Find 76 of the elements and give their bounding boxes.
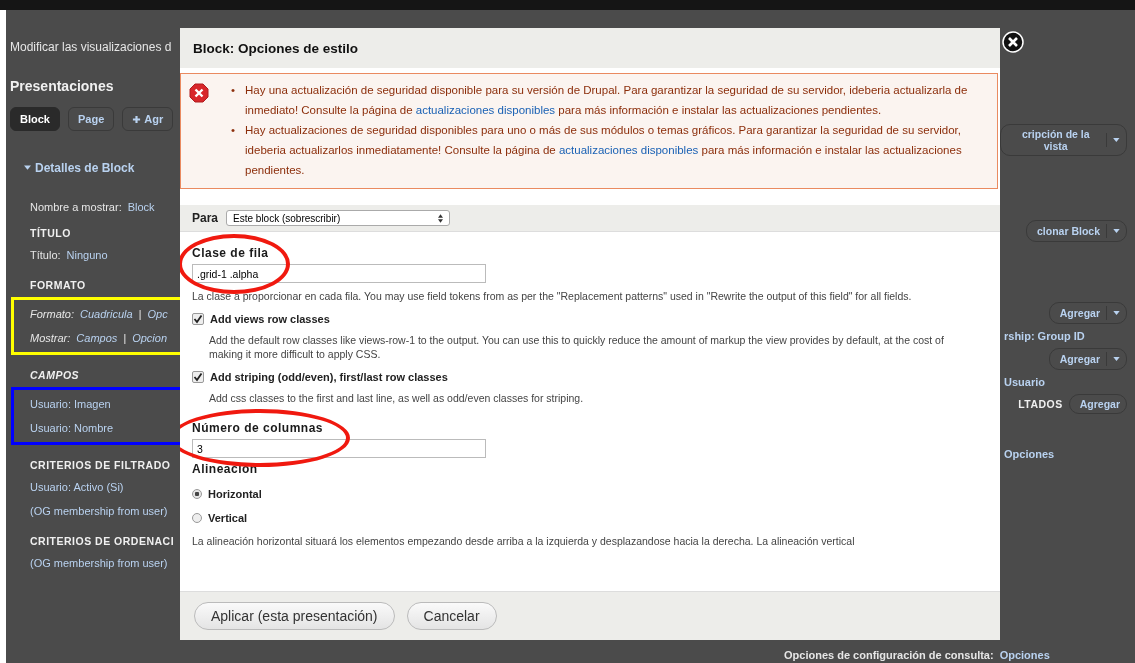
options-link[interactable]: Opcion <box>132 332 168 344</box>
checkbox-label: Add striping (odd/even), first/last row classes <box>210 371 448 383</box>
updates-link[interactable]: actualizaciones disponibles <box>415 104 556 116</box>
field-description: La alineación horizontal situará los elementos empezando desde arriba a la izquierda y desplazandose hacia la derecha. La alineación vertical <box>192 534 856 548</box>
caret-icon <box>24 165 31 171</box>
error-message: Hay actualizaciones de seguridad disponibles para uno o más de sus módulos o temas gráficos. Para garantizar la seguridad de su servidor, ideberia actualizarlos inmediatamente! Consulte la página de actualizaciones disponibles para más información e instalar las actualizaciones pendientes. <box>245 123 963 178</box>
display-tab[interactable]: Page <box>67 107 115 131</box>
setting-link[interactable]: Usuario: Activo (Si) <box>30 481 124 493</box>
details-toggle-link[interactable]: Detalles de Block <box>24 161 186 175</box>
dialog-title: Block: Opciones de estilo <box>193 40 359 56</box>
radio-label: Horizontal <box>208 488 262 500</box>
for-select[interactable]: Este block (sobrescribir) <box>226 210 451 226</box>
setting-link[interactable]: (OG membership from user) <box>30 505 168 517</box>
setting-link[interactable]: Usuario: Imagen <box>30 398 111 410</box>
setting-link[interactable]: Cuadricula <box>80 308 133 320</box>
display-tab[interactable]: Block <box>10 107 60 131</box>
input-field[interactable]: 3 <box>192 439 486 458</box>
display-name-label: Nombre a mostrar: <box>30 201 122 213</box>
field-label: Número de columnas <box>192 421 325 435</box>
updates-link[interactable]: actualizaciones disponibles <box>558 144 699 156</box>
page-intro-text: Modificar las visualizaciones d <box>10 40 173 54</box>
error-icon <box>189 83 209 103</box>
separator-text: | <box>138 308 142 320</box>
checkbox[interactable] <box>192 371 204 383</box>
bullet-mark: • <box>231 123 236 138</box>
bullet-mark: • <box>231 83 236 98</box>
setting-link[interactable]: rship: Group ID <box>1004 330 1085 342</box>
checkbox[interactable] <box>192 313 204 325</box>
field-description: La clase a proporcionar en cada fila. You may use field tokens from as per the "Replacement patterns" used in "Rewrite the output of this field" for all fields. <box>192 289 913 303</box>
updown-arrows-icon <box>438 213 444 223</box>
setting-link[interactable]: Ninguno <box>66 249 108 261</box>
radio-label: Vertical <box>208 512 248 524</box>
add-display-button[interactable]: Agr <box>122 107 174 131</box>
section-title: CRITERIOS DE ORDENACI <box>30 535 176 547</box>
plus-icon <box>132 114 142 124</box>
query-settings-link[interactable]: Opciones <box>999 649 1050 663</box>
display-name-link[interactable]: Block <box>127 201 155 213</box>
separator-text: | <box>123 332 127 344</box>
section-title: LTADOS <box>1018 398 1063 410</box>
for-label: Para <box>192 211 219 225</box>
cancel-button[interactable]: Cancelar <box>406 602 497 630</box>
split-button[interactable]: cripción de la vista <box>1000 124 1127 156</box>
checkbox-label: Add views row classes <box>210 313 330 325</box>
section-title: FORMATO <box>30 279 87 291</box>
add-button[interactable]: Agregar <box>1068 394 1127 414</box>
caret-icon <box>1113 138 1120 142</box>
setting-label: Título: <box>30 249 61 261</box>
field-label: Alineación <box>192 462 258 476</box>
setting-label: Mostrar: <box>30 332 71 344</box>
caret-icon <box>1113 357 1120 361</box>
apply-button[interactable]: Aplicar (esta presentación) <box>194 602 395 630</box>
displays-heading: Presentaciones <box>10 78 115 94</box>
split-button[interactable]: Agregar <box>1048 302 1127 324</box>
query-settings-label: Opciones de configuración de consulta: <box>784 649 994 663</box>
setting-link[interactable]: Usuario: Nombre <box>30 422 114 434</box>
radio-button[interactable] <box>192 513 202 523</box>
setting-link[interactable]: Usuario <box>1004 376 1045 388</box>
error-message: Hay una actualización de seguridad disponible para su versión de Drupal. Para garantizar la seguridad de su servidor, ideberia actualizarla de inmediato! Consulte la página de actualizaciones disponibles para más información e instalar las actualizaciones pendientes. <box>245 83 969 118</box>
field-label: Clase de fila <box>192 246 270 260</box>
section-title: CRITERIOS DE FILTRADO <box>30 459 172 471</box>
section-title: CAMPOS <box>30 369 81 381</box>
caret-icon <box>1113 311 1120 315</box>
input-field[interactable]: .grid-1 .alpha <box>192 264 486 283</box>
section-title: TÍTULO <box>30 227 72 239</box>
options-link[interactable]: Opc <box>147 308 168 320</box>
setting-link[interactable]: Opciones <box>1004 448 1055 460</box>
field-description: Add the default row classes like views-row-1 to the output. You can use this to quickly reduce the amount of markup the view provides by default, at the cost of making it more difficult to apply CSS. <box>209 333 945 361</box>
caret-icon <box>1113 229 1120 233</box>
setting-label: Formato: <box>30 308 74 320</box>
setting-link[interactable]: Campos <box>76 332 118 344</box>
close-icon[interactable] <box>1002 31 1024 53</box>
setting-link[interactable]: (OG membership from user) <box>30 557 168 569</box>
field-description: Add css classes to the first and last line, as well as odd/even classes for striping. <box>209 391 585 405</box>
radio-button[interactable] <box>192 489 202 499</box>
split-button[interactable]: Agregar <box>1048 348 1127 370</box>
split-button[interactable]: clonar Block <box>1025 220 1127 242</box>
